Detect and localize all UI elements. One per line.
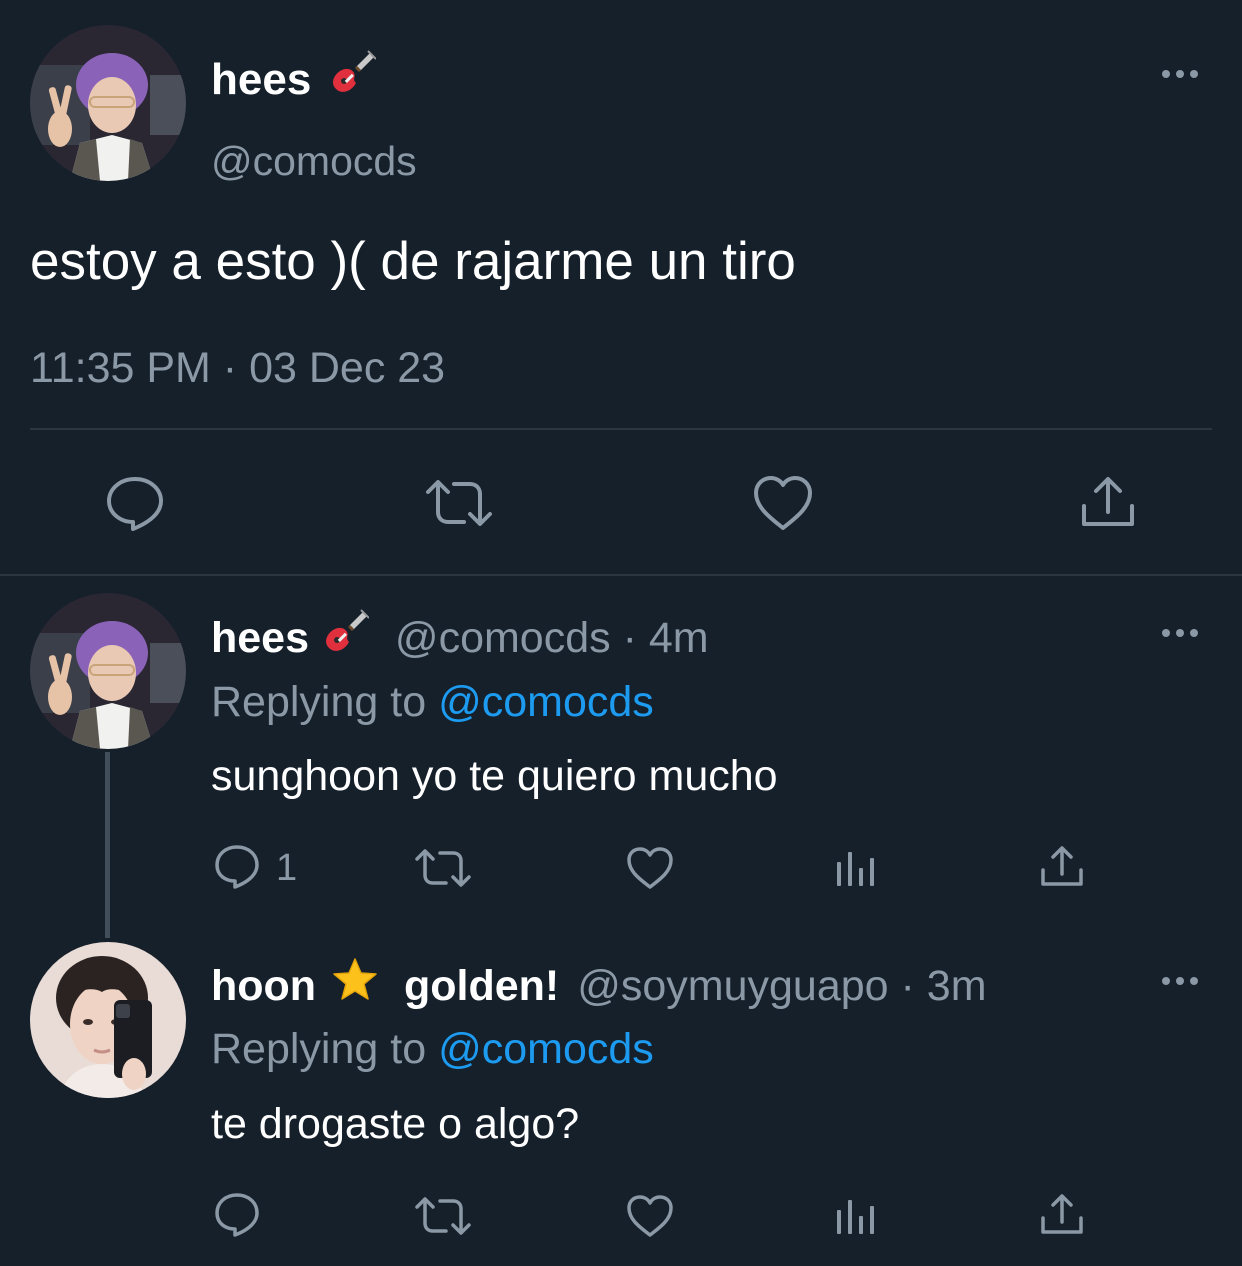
tweet-time[interactable]: · 3m bbox=[901, 962, 987, 1010]
avatar[interactable] bbox=[30, 25, 186, 181]
reply-header: hoon golden! @soymuyguapo · 3m bbox=[211, 957, 987, 1015]
star-icon bbox=[332, 957, 378, 1015]
retweet-icon[interactable] bbox=[424, 478, 494, 533]
avatar[interactable] bbox=[30, 942, 186, 1098]
analytics-icon[interactable] bbox=[834, 848, 878, 893]
share-icon[interactable] bbox=[1040, 1192, 1084, 1241]
display-name-suffix[interactable]: golden! bbox=[404, 962, 559, 1010]
section-divider bbox=[0, 574, 1242, 576]
tweet-text: te drogaste o algo? bbox=[211, 1100, 580, 1148]
retweet-icon[interactable] bbox=[414, 1196, 472, 1241]
retweet-icon[interactable] bbox=[414, 848, 472, 893]
reply-header: hees @comocds · 4m bbox=[211, 608, 709, 668]
replying-handle-link[interactable]: @comocds bbox=[438, 1025, 654, 1073]
replying-to: Replying to @comocds bbox=[211, 674, 654, 730]
more-options-icon[interactable] bbox=[1160, 973, 1200, 993]
tweet-text: sunghoon yo te quiero mucho bbox=[211, 752, 778, 800]
tweet-timestamp[interactable]: 11:35 PM · 03 Dec 23 bbox=[30, 340, 445, 396]
more-options-icon[interactable] bbox=[1160, 625, 1200, 645]
thread-line bbox=[105, 752, 110, 938]
like-icon[interactable] bbox=[626, 846, 674, 895]
share-icon[interactable] bbox=[1080, 474, 1136, 535]
reply-icon[interactable] bbox=[214, 1192, 260, 1243]
like-icon[interactable] bbox=[752, 474, 814, 537]
more-options-icon[interactable] bbox=[1160, 66, 1200, 86]
reply-icon[interactable] bbox=[105, 474, 165, 537]
replying-to: Replying to @comocds bbox=[211, 1021, 654, 1077]
display-name-text: hees bbox=[211, 55, 312, 104]
like-icon[interactable] bbox=[626, 1194, 674, 1243]
analytics-icon[interactable] bbox=[834, 1196, 878, 1241]
tweet-time[interactable]: · 4m bbox=[623, 614, 709, 662]
share-icon[interactable] bbox=[1040, 844, 1084, 893]
replying-handle-link[interactable]: @comocds bbox=[438, 678, 654, 726]
avatar[interactable] bbox=[30, 593, 186, 749]
handle[interactable]: @comocds bbox=[395, 614, 611, 662]
replying-label: Replying to bbox=[211, 678, 427, 726]
reply-icon[interactable] bbox=[214, 844, 260, 895]
guitar-icon bbox=[330, 49, 377, 109]
display-name[interactable]: hoon bbox=[211, 962, 316, 1010]
guitar-icon bbox=[323, 608, 370, 668]
handle[interactable]: @comocds bbox=[211, 134, 417, 188]
reply-count: 1 bbox=[276, 847, 298, 889]
tweet-text: estoy a esto )( de rajarme un tiro bbox=[30, 232, 796, 291]
divider bbox=[30, 428, 1212, 430]
handle[interactable]: @soymuyguapo bbox=[577, 962, 888, 1010]
display-name[interactable]: hees bbox=[211, 614, 309, 662]
display-name[interactable]: hees bbox=[211, 49, 377, 109]
replying-label: Replying to bbox=[211, 1025, 427, 1073]
